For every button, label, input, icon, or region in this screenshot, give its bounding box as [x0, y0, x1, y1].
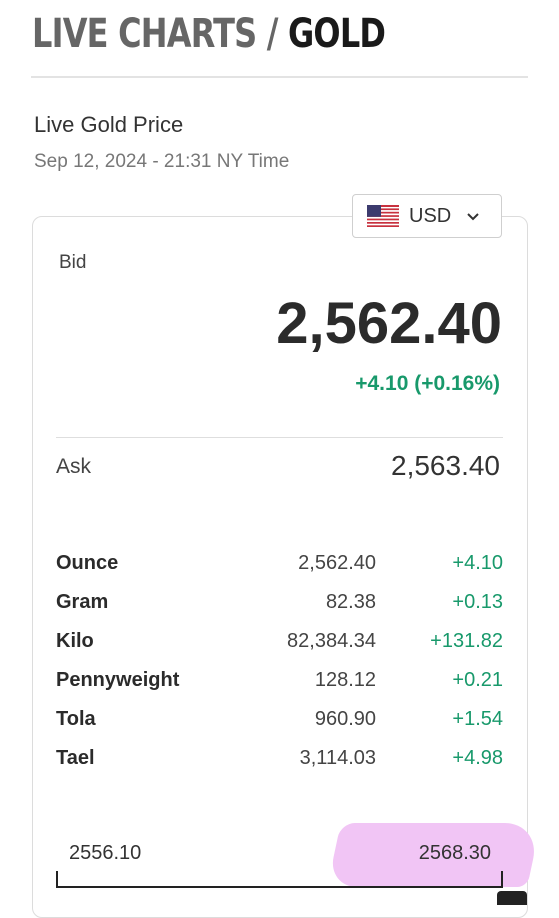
unit-price: 82,384.34	[287, 630, 376, 652]
chevron-down-icon	[467, 213, 479, 221]
unit-change: +1.54	[452, 708, 503, 730]
page-header: LIVE CHARTS / GOLD	[32, 8, 386, 60]
header-divider	[31, 76, 528, 78]
unit-row-tael: Tael 3,114.03 +4.98	[56, 741, 503, 780]
quote-divider	[56, 437, 503, 438]
breadcrumb-current: GOLD	[287, 11, 386, 57]
breadcrumb-live-charts[interactable]: LIVE CHARTS	[32, 11, 257, 57]
unit-name: Gram	[56, 591, 109, 613]
unit-row-ounce: Ounce 2,562.40 +4.10	[56, 546, 503, 585]
floating-badge	[497, 891, 527, 905]
unit-name: Pennyweight	[56, 669, 180, 691]
unit-price-table: Ounce 2,562.40 +4.10 Gram 82.38 +0.13 Ki…	[56, 546, 503, 780]
bid-label: Bid	[59, 252, 87, 273]
unit-price: 82.38	[325, 591, 376, 613]
unit-price: 2,562.40	[298, 552, 376, 574]
unit-name: Kilo	[56, 630, 94, 652]
unit-change: +4.98	[452, 747, 503, 769]
range-high: 2568.30	[418, 842, 491, 864]
ask-value: 2,563.40	[391, 450, 500, 481]
range-tick-right	[501, 871, 503, 888]
unit-name: Ounce	[56, 552, 119, 574]
range-low: 2556.10	[69, 842, 142, 864]
unit-row-kilo: Kilo 82,384.34 +131.82	[56, 624, 503, 663]
currency-select[interactable]: USD	[352, 194, 502, 238]
unit-row-gram: Gram 82.38 +0.13	[56, 585, 503, 624]
unit-change: +131.82	[430, 630, 503, 652]
page-title: Live Gold Price	[34, 112, 184, 137]
currency-label: USD	[409, 204, 452, 227]
unit-price: 128.12	[314, 669, 376, 691]
unit-change: +0.13	[452, 591, 503, 613]
breadcrumb-separator: /	[266, 11, 279, 57]
unit-name: Tola	[56, 708, 96, 730]
unit-name: Tael	[56, 747, 95, 769]
unit-change: +4.10	[452, 552, 503, 574]
bid-value: 2,562.40	[276, 291, 502, 356]
us-flag-icon	[367, 205, 399, 227]
unit-price: 3,114.03	[299, 747, 376, 769]
unit-row-tola: Tola 960.90 +1.54	[56, 702, 503, 741]
unit-row-pennyweight: Pennyweight 128.12 +0.21	[56, 663, 503, 702]
range-bar	[56, 886, 503, 888]
timestamp: Sep 12, 2024 - 21:31 NY Time	[34, 151, 290, 172]
unit-price: 960.90	[314, 708, 376, 730]
bid-change: +4.10 (+0.16%)	[355, 372, 500, 395]
unit-change: +0.21	[452, 669, 503, 691]
ask-label: Ask	[56, 455, 92, 478]
